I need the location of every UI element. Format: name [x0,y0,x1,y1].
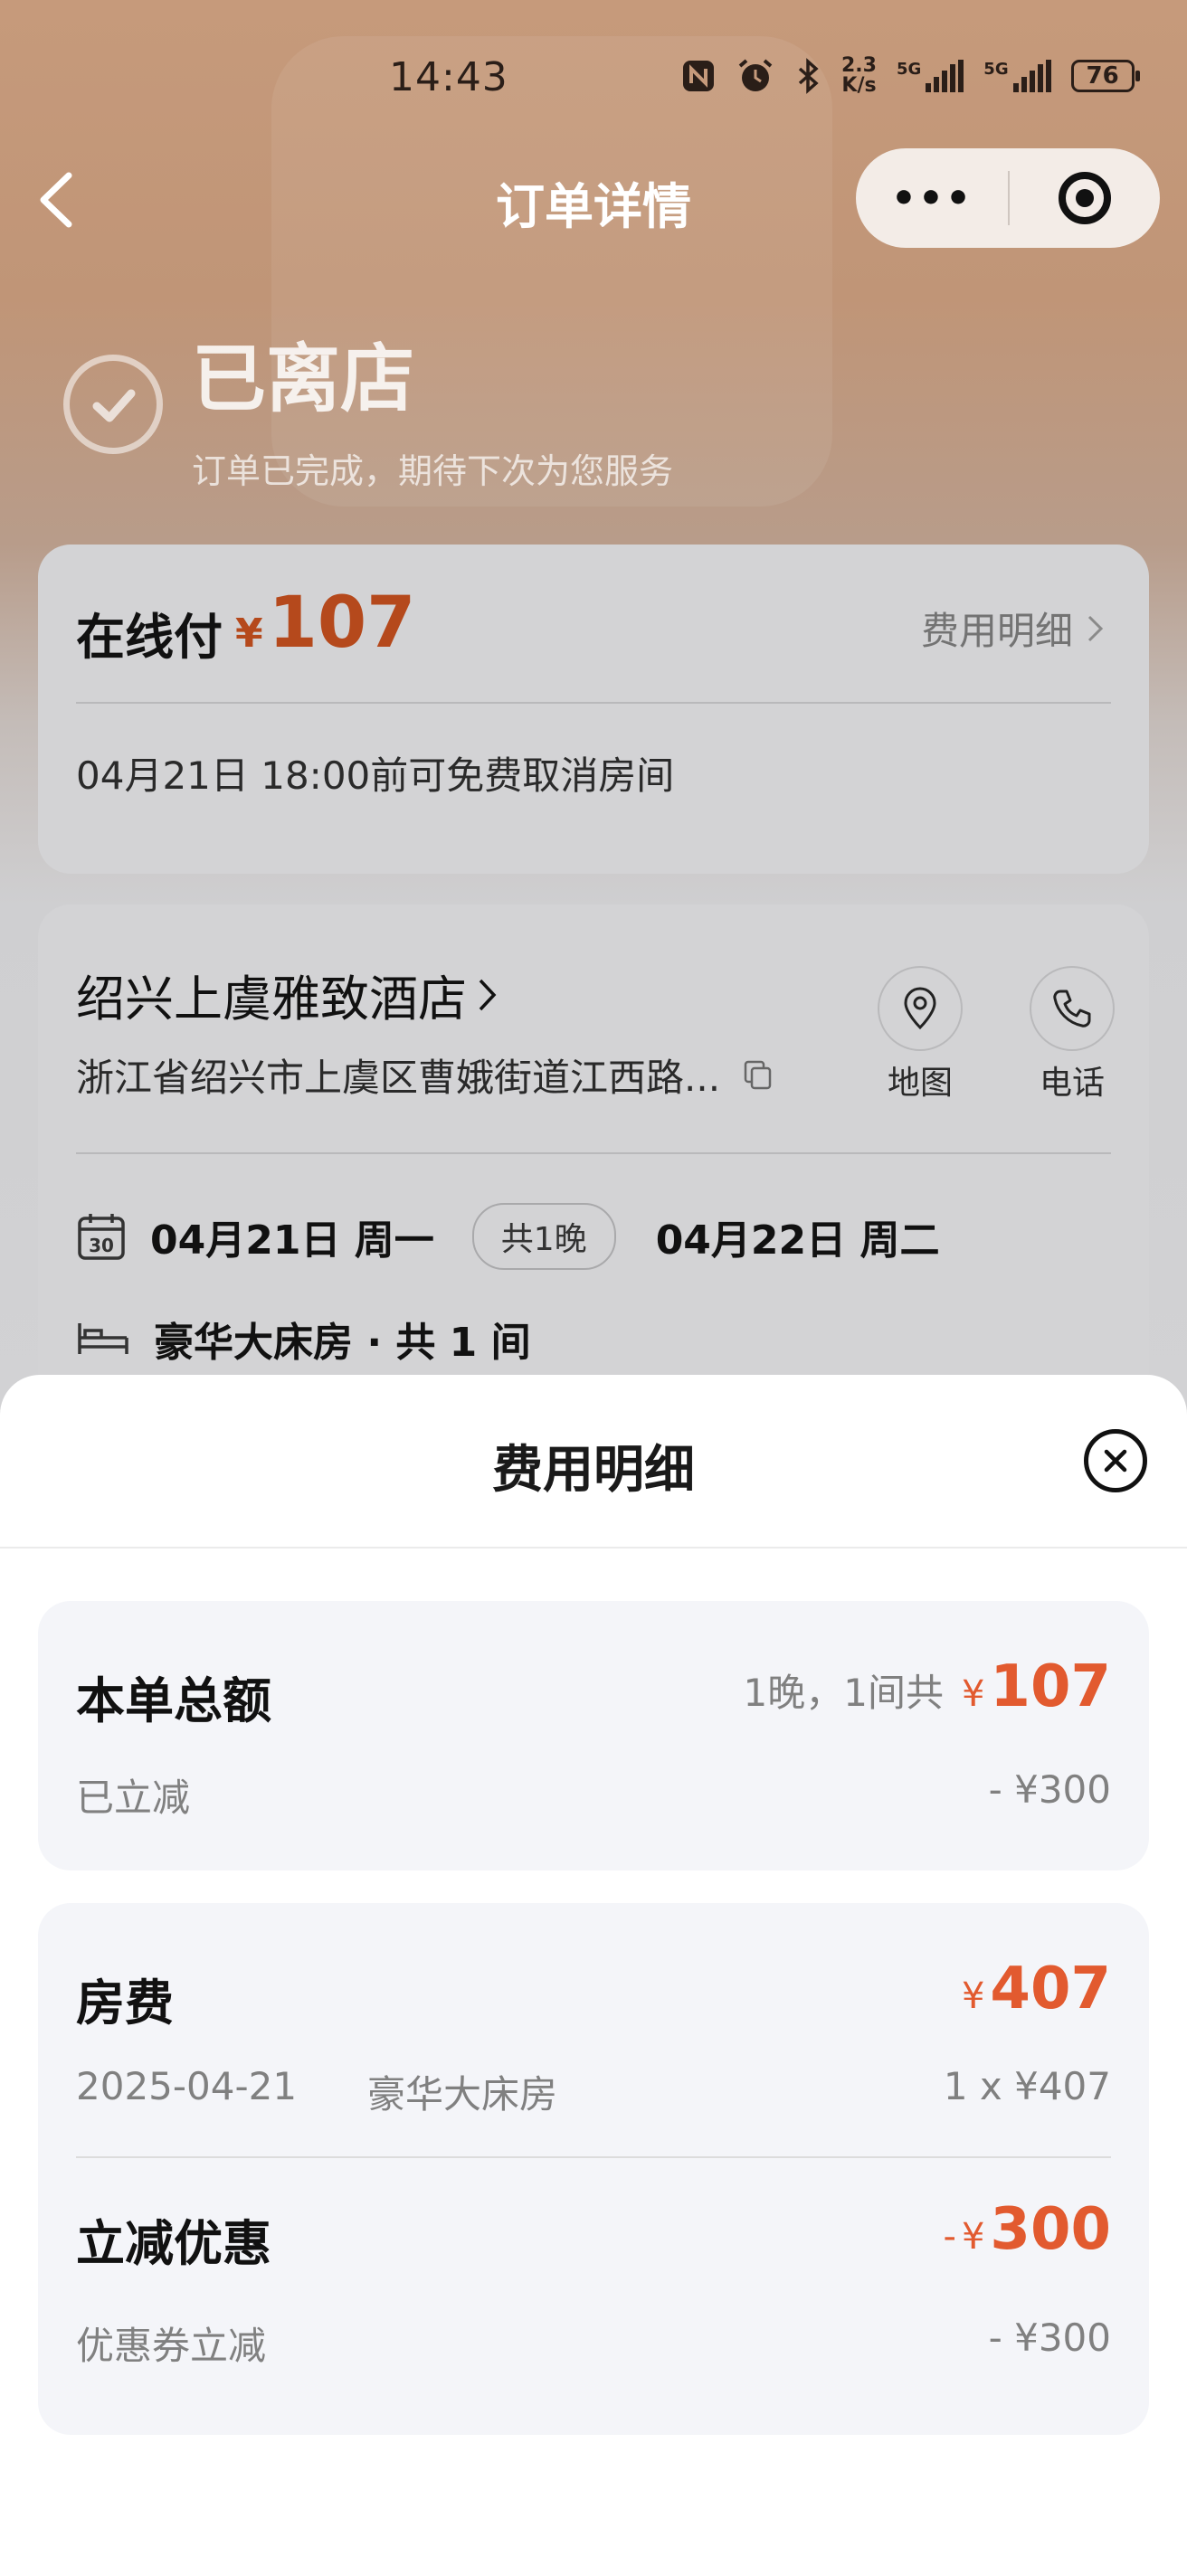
payment-amount: ¥107 [235,582,416,664]
svg-text:30: 30 [89,1235,114,1256]
divider [76,702,1111,704]
order-status-subtitle: 订单已完成，期待下次为您服务 [192,451,674,491]
phone-button[interactable]: 电话 [1022,966,1122,1103]
room-fee-label: 房费 [76,1975,174,2031]
calendar-icon: 30 [78,1214,125,1260]
close-icon [1104,1449,1127,1473]
discount-label: 已立减 [76,1776,191,1820]
chevron-right-icon [479,979,497,1010]
room-info: 豪华大床房 · 共 1 间 [76,1310,531,1368]
fee-detail-sheet: 费用明细 本单总额 1晚，1间共 ¥107 已立减 - ¥300 房费 ¥407… [0,1375,1187,2576]
bed-icon [78,1323,128,1354]
checkout-date: 04月22日 周二 [655,1217,940,1264]
signal-icon: 5G [983,60,1051,92]
miniapp-capsule: ••• [856,148,1160,248]
discount-title: 立减优惠 [76,2215,271,2272]
map-button[interactable]: 地图 [870,966,970,1103]
hotel-name-link[interactable]: 绍兴上虞雅致酒店 [76,959,499,1030]
alarm-icon [738,59,773,91]
fee-breakdown-panel: 房费 ¥407 2025-04-21 豪华大床房 1 x ¥407 立减优惠 -… [38,1903,1149,2435]
target-icon [1059,172,1111,224]
close-miniapp-button[interactable] [1010,172,1160,224]
signal-icon: 5G [897,60,964,92]
divider [76,1152,1111,1154]
sheet-title: 费用明细 [492,1441,695,1500]
decorative-shape [271,36,832,507]
hotel-address: 浙江省绍兴市上虞区曹娥街道江西路... [76,1047,773,1103]
phone-icon [1030,966,1115,1051]
room-fee-calc: 1 x ¥407 [943,2064,1111,2108]
divider [76,2156,1111,2158]
divider [0,1547,1187,1548]
net-speed: 2.3 K/s [841,54,877,97]
status-time: 14:43 [389,54,508,100]
chevron-right-icon [1087,615,1104,641]
total-panel: 本单总额 1晚，1间共 ¥107 已立减 - ¥300 [38,1601,1149,1870]
stay-dates: 30 04月21日 周一 共1晚 04月22日 周二 [76,1203,939,1270]
fee-detail-link[interactable]: 费用明细 [921,601,1106,656]
coupon-value: - ¥300 [988,2316,1111,2360]
battery-icon: 76 [1070,60,1140,92]
discount-amount: - ¥300 [943,2196,1111,2263]
total-label: 本单总额 [76,1672,271,1729]
nfc-icon [683,61,714,91]
room-fee-type: 豪华大床房 [367,2072,558,2117]
checkin-date: 04月21日 周一 [150,1217,434,1264]
payment-card: 在线付 ¥107 费用明细 04月21日 18:00前可免费取消房间 [38,545,1149,874]
status-icons: 2.3 K/s 5G 5G 76 [680,54,1140,97]
total-amount: 1晚，1间共 ¥107 [743,1653,1112,1720]
copy-icon[interactable] [744,1060,773,1091]
bluetooth-icon [798,58,819,94]
hotel-card: 绍兴上虞雅致酒店 浙江省绍兴市上虞区曹娥街道江西路... 地图 电话 30 04… [38,904,1149,1411]
more-button[interactable]: ••• [856,175,1008,222]
check-circle-icon [63,355,163,454]
location-icon [878,966,963,1051]
cancel-policy: 04月21日 18:00前可免费取消房间 [76,753,675,798]
payment-method-label: 在线付 [76,609,223,666]
order-status-title: 已离店 [192,336,415,422]
room-fee-amount: ¥407 [961,1956,1111,2022]
room-fee-date: 2025-04-21 [76,2064,298,2108]
discount-value: - ¥300 [988,1767,1111,1812]
coupon-label: 优惠券立减 [76,2324,267,2368]
nights-badge: 共1晚 [471,1203,616,1270]
close-button[interactable] [1084,1429,1147,1492]
